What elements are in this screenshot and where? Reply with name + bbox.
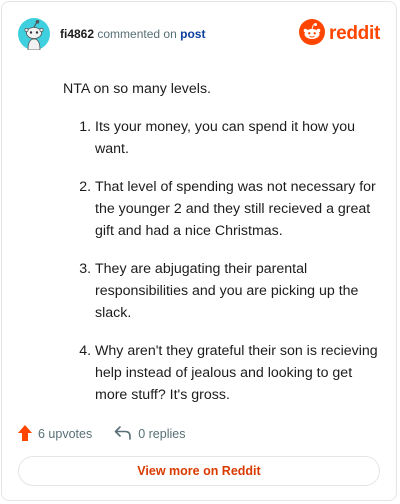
reply-count: 0 replies [138,427,186,441]
upvote-count: 6 upvotes [38,427,93,441]
reply-button[interactable]: 0 replies [114,425,185,444]
commented-on-text: commented on [97,27,177,41]
reply-arrow-icon [114,425,138,444]
snoo-avatar-icon[interactable] [18,18,50,51]
comment-actions: 6 upvotes 0 replies [18,424,185,444]
reddit-logo-icon [299,18,326,50]
upvote-button[interactable]: 6 upvotes [18,424,93,444]
username-link[interactable]: fi4862 [60,27,94,41]
comment-intro: NTA on so many levels. [63,81,211,97]
view-more-button[interactable]: View more on Reddit [18,456,380,486]
comment-header: fi4862 commented on post reddit [18,18,380,54]
comment-point: Its your money, you can spend it how you… [95,116,383,160]
comment-point: That level of spending was not necessary… [95,176,383,242]
comment-point: They are abjugating their parental respo… [95,258,383,324]
upvote-arrow-icon [18,424,38,444]
post-link[interactable]: post [180,27,205,41]
comment-byline: fi4862 commented on post [60,27,205,41]
reddit-wordmark: reddit [329,23,380,44]
comment-point-list: Its your money, you can spend it how you… [63,116,383,406]
reddit-brand[interactable]: reddit [299,18,380,50]
comment-body: NTA on so many levels. Its your money, y… [63,78,383,422]
comment-point: Why aren't they grateful their son is re… [95,340,383,406]
embedded-comment-card: fi4862 commented on post reddit NTA on s… [1,1,397,501]
